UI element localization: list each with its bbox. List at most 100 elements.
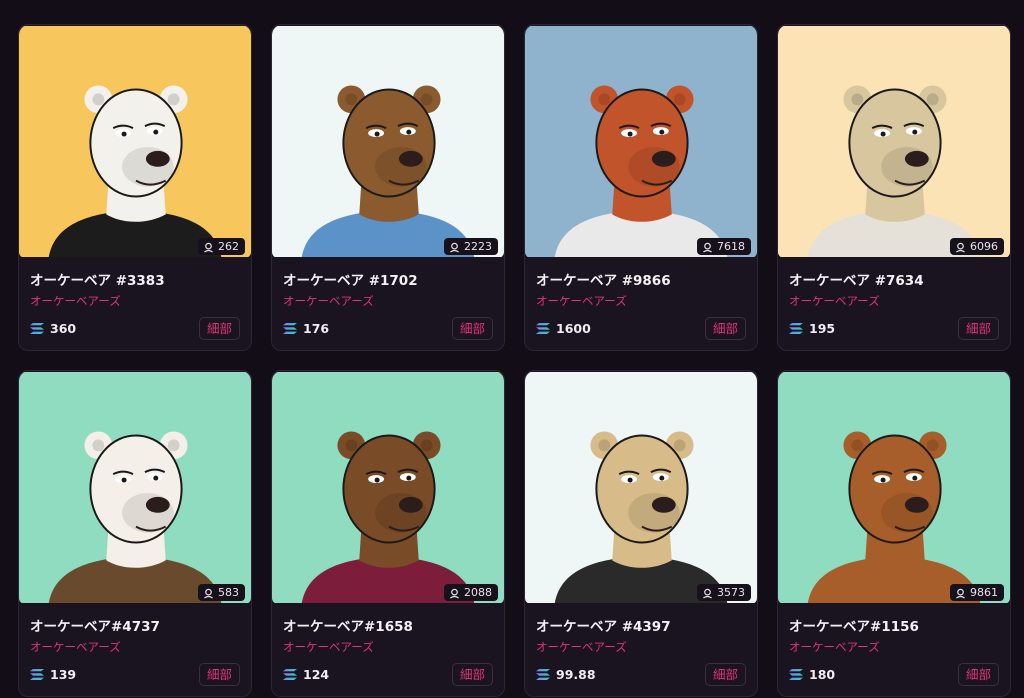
likes-badge: 2088	[444, 584, 498, 601]
price: 176	[283, 321, 329, 336]
price: 1600	[536, 321, 591, 336]
user-outline-icon	[450, 242, 459, 253]
nft-title[interactable]: オーケーベア#1658	[272, 604, 504, 635]
price: 99.88	[536, 667, 596, 682]
price-value: 1600	[556, 321, 591, 336]
likes-badge: 583	[198, 584, 245, 601]
nft-title[interactable]: オーケーベア #7634	[778, 258, 1010, 289]
user-outline-icon	[204, 242, 213, 253]
solana-icon	[283, 323, 297, 334]
card-footer: 124 細部	[283, 663, 493, 686]
card-footer: 99.88 細部	[536, 663, 746, 686]
likes-badge: 7618	[697, 238, 751, 255]
details-button[interactable]: 細部	[451, 317, 493, 340]
user-outline-icon	[956, 242, 965, 253]
price-value: 139	[50, 667, 77, 682]
solana-icon	[789, 323, 803, 334]
price-value: 195	[809, 321, 836, 336]
nft-title[interactable]: オーケーベア #4397	[525, 604, 757, 635]
collection-link[interactable]: オーケーベアーズ	[525, 289, 757, 309]
user-outline-icon	[956, 588, 965, 599]
collection-link[interactable]: オーケーベアーズ	[272, 635, 504, 655]
details-button[interactable]: 細部	[957, 663, 999, 686]
price: 139	[30, 667, 76, 682]
nft-card[interactable]: 9861 オーケーベア#1156 オーケーベアーズ 180 細部	[777, 370, 1011, 697]
price-value: 124	[303, 667, 330, 682]
likes-badge: 6096	[950, 238, 1004, 255]
likes-count: 262	[218, 240, 239, 253]
details-button[interactable]: 細部	[704, 317, 746, 340]
details-button[interactable]: 細部	[704, 663, 746, 686]
price-value: 176	[303, 321, 330, 336]
nft-image[interactable]: 2088	[272, 371, 504, 604]
nft-image[interactable]: 262	[19, 25, 251, 258]
nft-image[interactable]: 9861	[778, 371, 1010, 604]
bear-illustration	[272, 371, 504, 604]
solana-icon	[536, 669, 550, 680]
nft-card[interactable]: 6096 オーケーベア #7634 オーケーベアーズ 195 細部	[777, 24, 1011, 351]
nft-image[interactable]: 2223	[272, 25, 504, 258]
solana-icon	[283, 669, 297, 680]
collection-link[interactable]: オーケーベアーズ	[19, 289, 251, 309]
likes-count: 6096	[970, 240, 998, 253]
collection-link[interactable]: オーケーベアーズ	[525, 635, 757, 655]
nft-card[interactable]: 2088 オーケーベア#1658 オーケーベアーズ 124 細部	[271, 370, 505, 697]
nft-image[interactable]: 3573	[525, 371, 757, 604]
details-button[interactable]: 細部	[451, 663, 493, 686]
nft-title[interactable]: オーケーベア #1702	[272, 258, 504, 289]
likes-badge: 9861	[950, 584, 1004, 601]
bear-illustration	[19, 25, 251, 258]
nft-title[interactable]: オーケーベア#1156	[778, 604, 1010, 635]
card-footer: 180 細部	[789, 663, 999, 686]
nft-title[interactable]: オーケーベア#4737	[19, 604, 251, 635]
bear-illustration	[778, 371, 1010, 604]
solana-icon	[30, 669, 44, 680]
price: 180	[789, 667, 835, 682]
likes-badge: 2223	[444, 238, 498, 255]
likes-count: 3573	[717, 586, 745, 599]
nft-grid: 262 オーケーベア #3383 オーケーベアーズ 360 細部 2223 オー…	[18, 24, 1011, 697]
card-footer: 360 細部	[30, 317, 240, 340]
user-outline-icon	[450, 588, 459, 599]
bear-illustration	[19, 371, 251, 604]
details-button[interactable]: 細部	[198, 317, 240, 340]
price: 360	[30, 321, 76, 336]
collection-link[interactable]: オーケーベアーズ	[778, 635, 1010, 655]
price-value: 99.88	[556, 667, 596, 682]
details-button[interactable]: 細部	[957, 317, 999, 340]
likes-count: 2223	[464, 240, 492, 253]
collection-link[interactable]: オーケーベアーズ	[19, 635, 251, 655]
likes-count: 583	[218, 586, 239, 599]
nft-card[interactable]: 7618 オーケーベア #9866 オーケーベアーズ 1600 細部	[524, 24, 758, 351]
likes-badge: 262	[198, 238, 245, 255]
solana-icon	[30, 323, 44, 334]
nft-card[interactable]: 262 オーケーベア #3383 オーケーベアーズ 360 細部	[18, 24, 252, 351]
nft-image[interactable]: 6096	[778, 25, 1010, 258]
card-footer: 1600 細部	[536, 317, 746, 340]
nft-image[interactable]: 583	[19, 371, 251, 604]
details-button[interactable]: 細部	[198, 663, 240, 686]
card-footer: 176 細部	[283, 317, 493, 340]
user-outline-icon	[703, 242, 712, 253]
solana-icon	[536, 323, 550, 334]
price: 195	[789, 321, 835, 336]
card-footer: 195 細部	[789, 317, 999, 340]
price-value: 360	[50, 321, 77, 336]
collection-link[interactable]: オーケーベアーズ	[778, 289, 1010, 309]
card-footer: 139 細部	[30, 663, 240, 686]
likes-count: 2088	[464, 586, 492, 599]
likes-count: 9861	[970, 586, 998, 599]
collection-link[interactable]: オーケーベアーズ	[272, 289, 504, 309]
nft-title[interactable]: オーケーベア #3383	[19, 258, 251, 289]
bear-illustration	[272, 25, 504, 258]
bear-illustration	[525, 371, 757, 604]
nft-image[interactable]: 7618	[525, 25, 757, 258]
nft-card[interactable]: 2223 オーケーベア #1702 オーケーベアーズ 176 細部	[271, 24, 505, 351]
nft-title[interactable]: オーケーベア #9866	[525, 258, 757, 289]
user-outline-icon	[204, 588, 213, 599]
nft-card[interactable]: 583 オーケーベア#4737 オーケーベアーズ 139 細部	[18, 370, 252, 697]
price: 124	[283, 667, 329, 682]
bear-illustration	[525, 25, 757, 258]
user-outline-icon	[703, 588, 712, 599]
nft-card[interactable]: 3573 オーケーベア #4397 オーケーベアーズ 99.88 細部	[524, 370, 758, 697]
